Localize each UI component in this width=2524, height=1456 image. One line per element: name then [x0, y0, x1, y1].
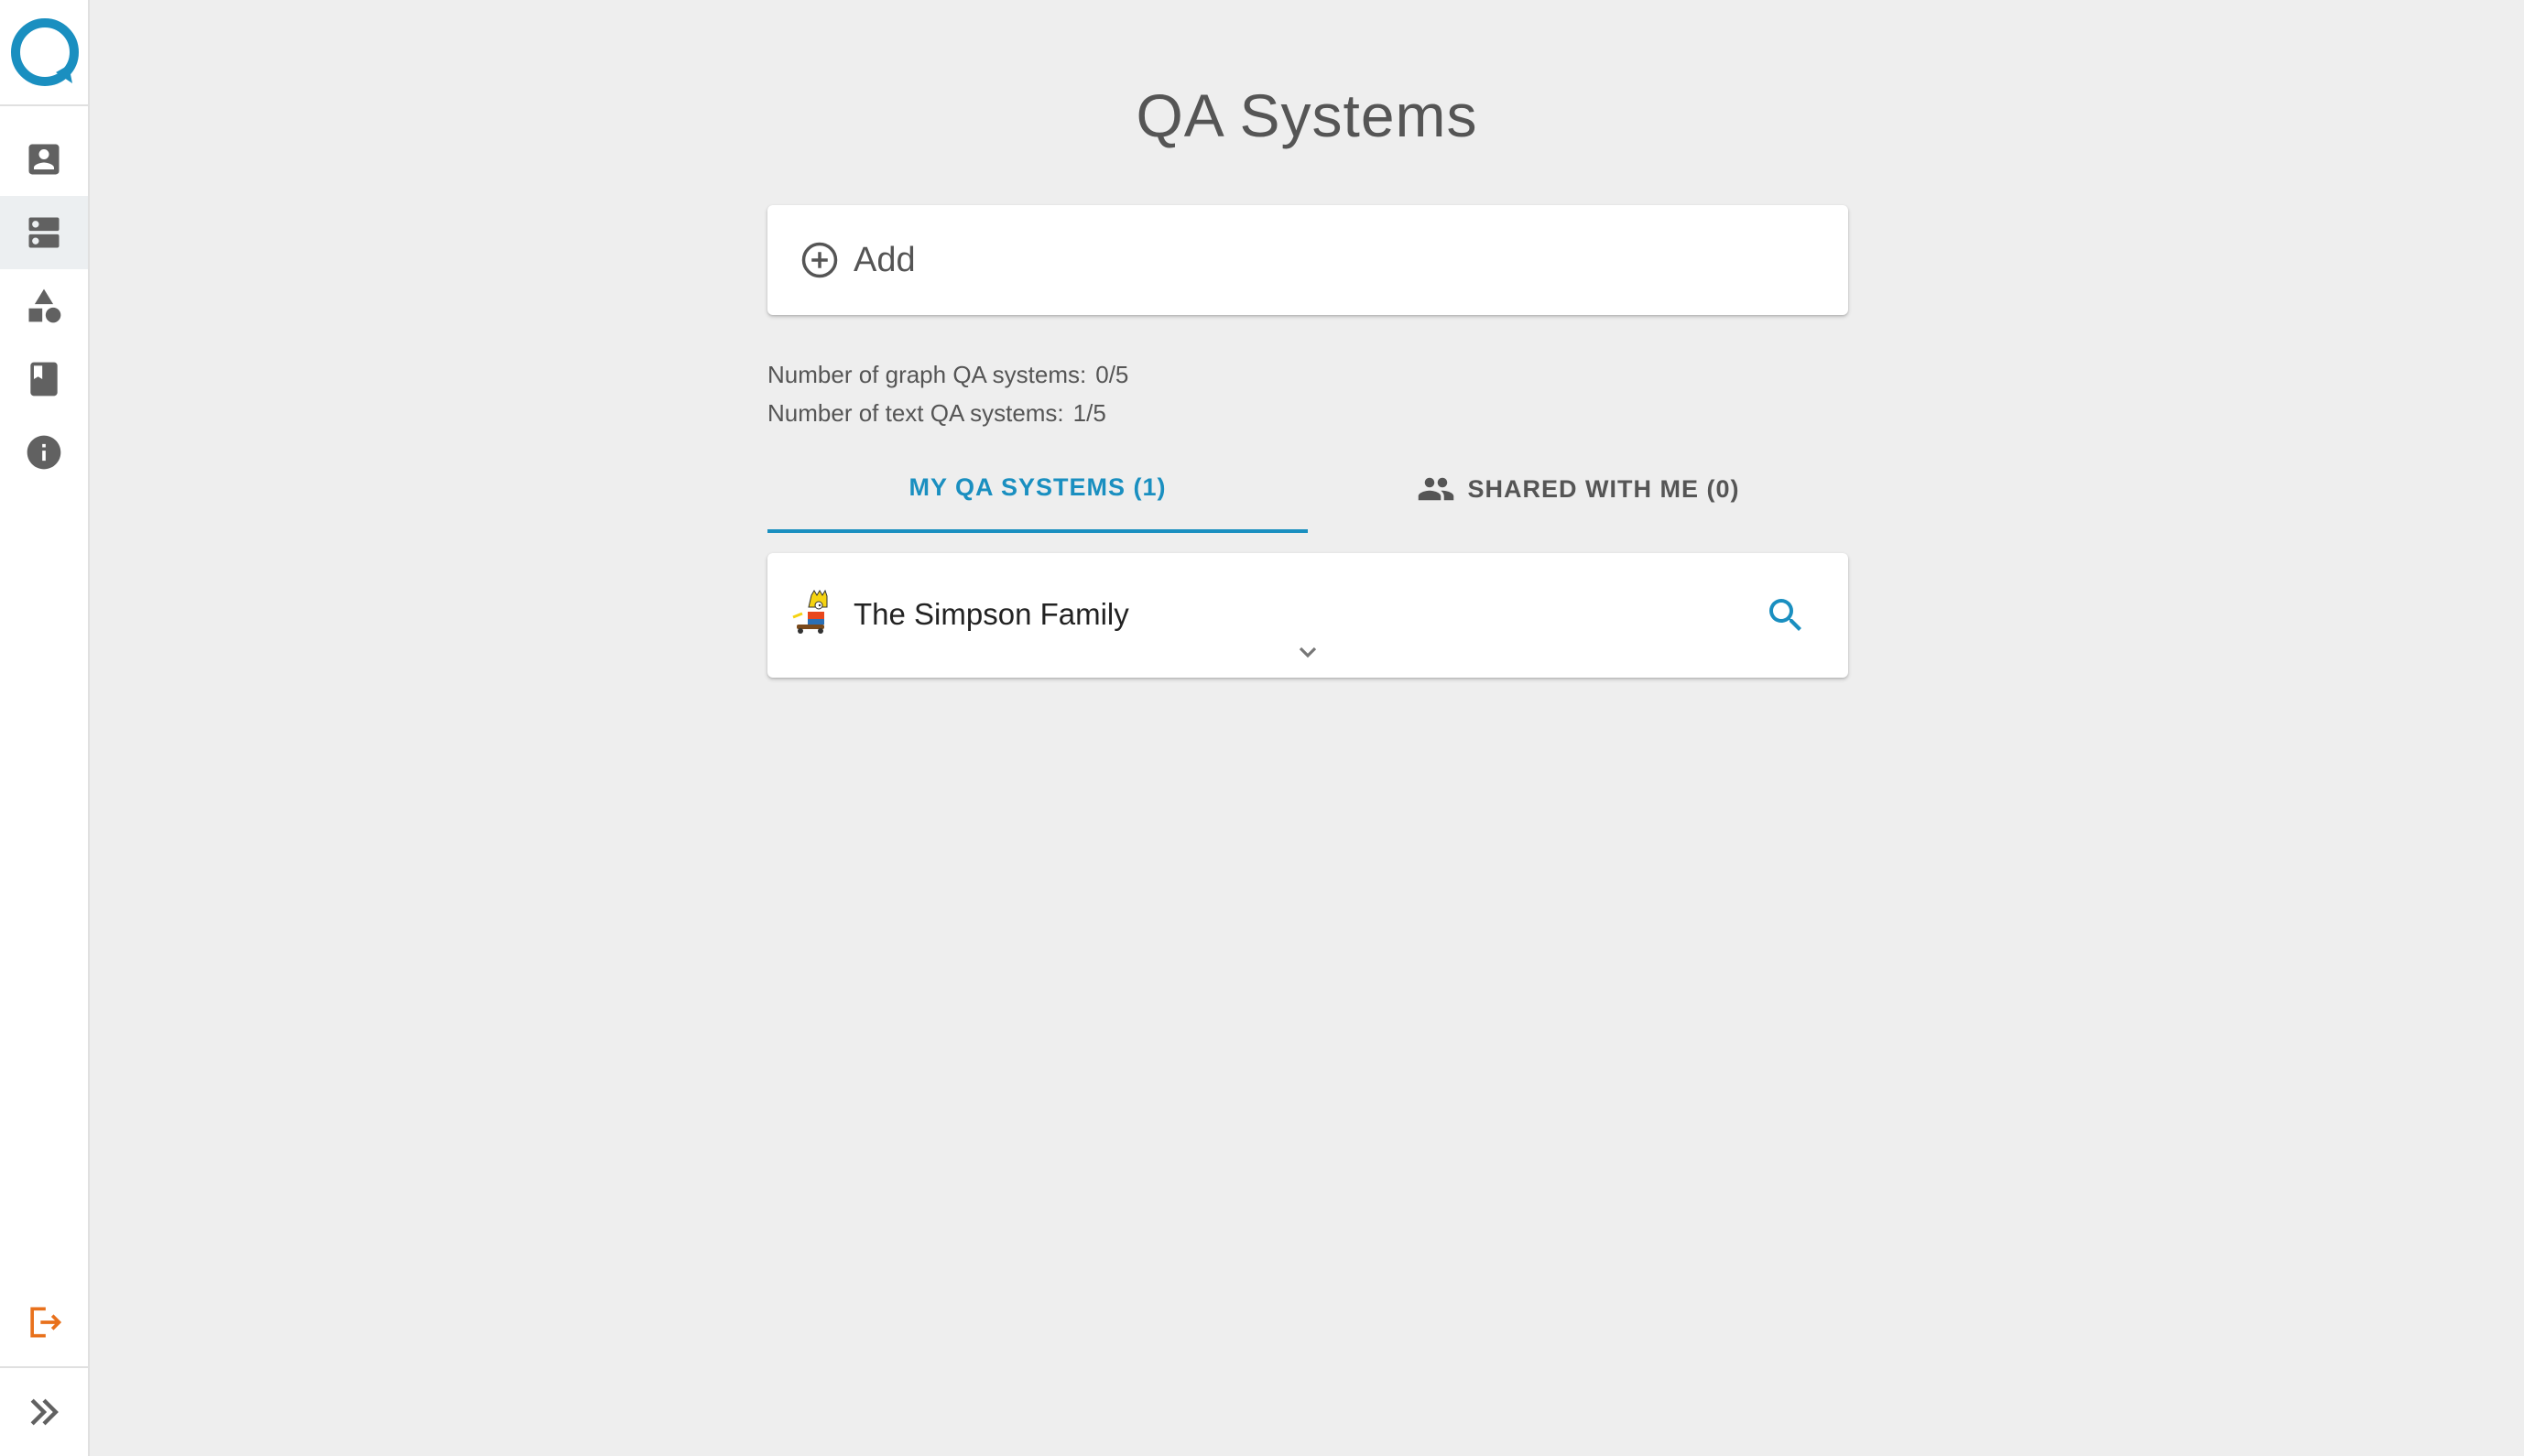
tab-shared-with-me-label: SHARED WITH ME (0) — [1467, 474, 1740, 503]
qa-system-stats: Number of graph QA systems: 0/5 Number of… — [767, 355, 1848, 432]
sidebar-item-about[interactable] — [0, 416, 88, 489]
text-qa-stat-value: 1/5 — [1072, 399, 1106, 427]
sidebar-item-profile[interactable] — [0, 123, 88, 196]
page-title: QA Systems — [1136, 81, 1478, 149]
main-content: QA Systems Add Number of graph QA system… — [90, 0, 2524, 1456]
chevron-down-icon — [1299, 647, 1317, 658]
qa-system-tabs: MY QA SYSTEMS (1) SHARED WITH ME (0) — [767, 445, 1848, 533]
graph-qa-stat: Number of graph QA systems: 0/5 — [767, 355, 1848, 394]
category-icon — [28, 288, 61, 323]
expand-card-button[interactable] — [1286, 634, 1330, 670]
double-chevron-right-icon — [30, 1398, 59, 1426]
app-logo[interactable] — [0, 0, 90, 106]
logout-icon — [30, 1307, 62, 1338]
graph-qa-stat-label: Number of graph QA systems: — [767, 361, 1087, 388]
graph-qa-stat-value: 0/5 — [1095, 361, 1129, 388]
people-icon — [1418, 477, 1453, 501]
info-icon — [27, 435, 61, 470]
sidebar-item-components[interactable] — [0, 269, 88, 342]
expand-sidebar-button[interactable] — [0, 1375, 88, 1449]
dns-icon — [28, 217, 60, 248]
add-label: Add — [854, 240, 916, 279]
logo-icon — [11, 18, 79, 86]
qa-system-name: The Simpson Family — [854, 597, 1129, 631]
text-qa-stat: Number of text QA systems: 1/5 — [767, 394, 1848, 432]
sidebar-item-documentation[interactable] — [0, 342, 88, 416]
bart-simpson-avatar — [792, 590, 828, 634]
tab-my-qa-systems-label: MY QA SYSTEMS (1) — [908, 473, 1167, 501]
sidebar-divider — [0, 1366, 90, 1368]
tab-my-qa-systems[interactable]: MY QA SYSTEMS (1) — [767, 445, 1308, 533]
add-circle-outline-icon — [801, 242, 838, 278]
account-box-icon — [28, 144, 60, 175]
sidebar — [0, 0, 90, 1456]
qa-system-card[interactable]: The Simpson Family — [767, 553, 1848, 678]
book-icon — [30, 362, 58, 397]
search-icon[interactable] — [1764, 593, 1808, 637]
logout-button[interactable] — [0, 1286, 88, 1359]
add-qa-system-button[interactable]: Add — [767, 205, 1848, 315]
text-qa-stat-label: Number of text QA systems: — [767, 399, 1064, 427]
sidebar-item-qa-systems[interactable] — [0, 196, 88, 269]
tab-shared-with-me[interactable]: SHARED WITH ME (0) — [1308, 445, 1848, 533]
